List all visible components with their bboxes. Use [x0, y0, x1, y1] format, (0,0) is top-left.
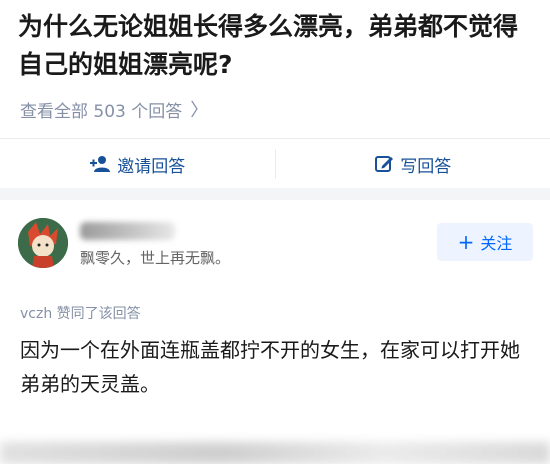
- view-all-answers-link[interactable]: 查看全部 503 个回答 〉: [20, 96, 208, 122]
- avatar-illustration: [18, 218, 68, 268]
- redacted-footer: [0, 442, 550, 464]
- question-title[interactable]: 为什么无论姐姐长得多么漂亮，弟弟都不觉得自己的姐姐漂亮呢?: [18, 8, 538, 84]
- plus-icon: +: [457, 230, 475, 254]
- follow-label: 关注: [480, 234, 513, 253]
- chevron-right-icon: 〉: [190, 100, 209, 121]
- write-answer-label: 写回答: [400, 156, 452, 177]
- answer-content[interactable]: 因为一个在外面连瓶盖都拧不开的女生，在家可以打开她弟弟的天灵盖。: [20, 333, 535, 401]
- edit-icon: [375, 156, 394, 172]
- answer-card: 飘零久，世上再无飘。 + 关注 vczh 赞同了该回答 因为一个在外面连瓶盖都拧…: [0, 200, 550, 464]
- question-action-bar: 邀请回答 写回答: [0, 138, 550, 189]
- write-answer-button[interactable]: 写回答: [276, 139, 550, 189]
- view-all-label: 查看全部 503 个回答: [20, 101, 183, 122]
- upvoted-by-line: vczh 赞同了该回答: [20, 306, 141, 322]
- invite-answer-label: 邀请回答: [117, 156, 186, 177]
- author-bio: 飘零久，世上再无飘。: [80, 249, 231, 267]
- avatar[interactable]: [18, 218, 68, 268]
- invite-answer-button[interactable]: 邀请回答: [0, 139, 275, 189]
- add-user-icon: [90, 156, 111, 172]
- author-name-redacted: [80, 222, 175, 240]
- question-card: 为什么无论姐姐长得多么漂亮，弟弟都不觉得自己的姐姐漂亮呢? 查看全部 503 个…: [0, 0, 550, 188]
- follow-button[interactable]: + 关注: [437, 223, 533, 261]
